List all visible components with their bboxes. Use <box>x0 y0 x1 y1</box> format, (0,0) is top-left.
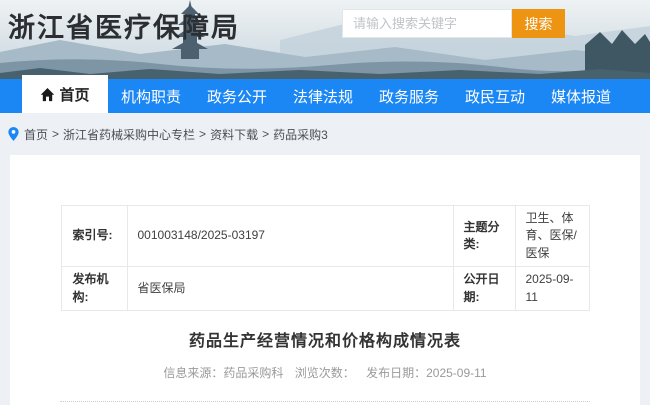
article-source: 信息来源：药品采购科 <box>163 366 283 380</box>
nav-tab-public-interaction[interactable]: 政民互动 <box>452 79 538 113</box>
topic-category-label: 主题分类: <box>453 206 515 267</box>
nav-tab-laws[interactable]: 法律法规 <box>280 79 366 113</box>
site-title: 浙江省医疗保障局 <box>8 6 240 45</box>
issuing-agency-value: 省医保局 <box>127 267 453 311</box>
meta-table: 索引号: 001003148/2025-03197 主题分类: 卫生、体育、医保… <box>61 205 590 311</box>
article-title: 药品生产经营情况和价格构成情况表 <box>10 327 640 351</box>
dotted-divider <box>60 401 590 402</box>
breadcrumb-separator: > <box>199 127 206 141</box>
index-number-value: 001003148/2025-03197 <box>127 206 453 267</box>
article-publish-date: 发布日期：2025-09-11 <box>366 366 487 380</box>
nav-tab-gov-services[interactable]: 政务服务 <box>366 79 452 113</box>
topic-category-value: 卫生、体育、医保/医保 <box>515 206 589 267</box>
location-pin-icon <box>8 127 19 141</box>
home-icon <box>40 87 55 102</box>
table-row: 索引号: 001003148/2025-03197 主题分类: 卫生、体育、医保… <box>61 206 589 267</box>
breadcrumb-separator: > <box>52 127 59 141</box>
site-header: 浙江省医疗保障局 搜索 <box>0 0 650 79</box>
nav-tab-duties[interactable]: 机构职责 <box>108 79 194 113</box>
issuing-agency-label: 发布机构: <box>61 267 127 311</box>
nav-tab-home[interactable]: 首页 <box>22 75 108 113</box>
search-button[interactable]: 搜索 <box>512 9 565 38</box>
article-meta: 信息来源：药品采购科 浏览次数： 发布日期：2025-09-11 <box>10 364 640 381</box>
publish-date-value: 2025-09-11 <box>515 267 589 311</box>
search-input[interactable] <box>342 9 512 38</box>
publish-date-label: 公开日期: <box>453 267 515 311</box>
nav-tab-gov-disclosure[interactable]: 政务公开 <box>194 79 280 113</box>
breadcrumb: 首页 > 浙江省药械采购中心专栏 > 资料下载 > 药品采购3 <box>0 113 650 155</box>
main-nav: 首页 机构职责 政务公开 法律法规 政务服务 政民互动 媒体报道 <box>0 79 650 113</box>
content-card: 索引号: 001003148/2025-03197 主题分类: 卫生、体育、医保… <box>10 155 640 405</box>
breadcrumb-item-current: 药品采购3 <box>273 126 328 143</box>
index-number-label: 索引号: <box>61 206 127 267</box>
breadcrumb-item-procurement-center[interactable]: 浙江省药械采购中心专栏 <box>63 126 195 143</box>
search-bar: 搜索 <box>342 9 565 38</box>
table-row: 发布机构: 省医保局 公开日期: 2025-09-11 <box>61 267 589 311</box>
breadcrumb-item-home[interactable]: 首页 <box>24 126 48 143</box>
article-views: 浏览次数： <box>295 366 355 380</box>
nav-tab-label: 首页 <box>59 84 89 105</box>
nav-tab-media[interactable]: 媒体报道 <box>538 79 624 113</box>
breadcrumb-separator: > <box>262 127 269 141</box>
breadcrumb-item-downloads[interactable]: 资料下载 <box>210 126 258 143</box>
